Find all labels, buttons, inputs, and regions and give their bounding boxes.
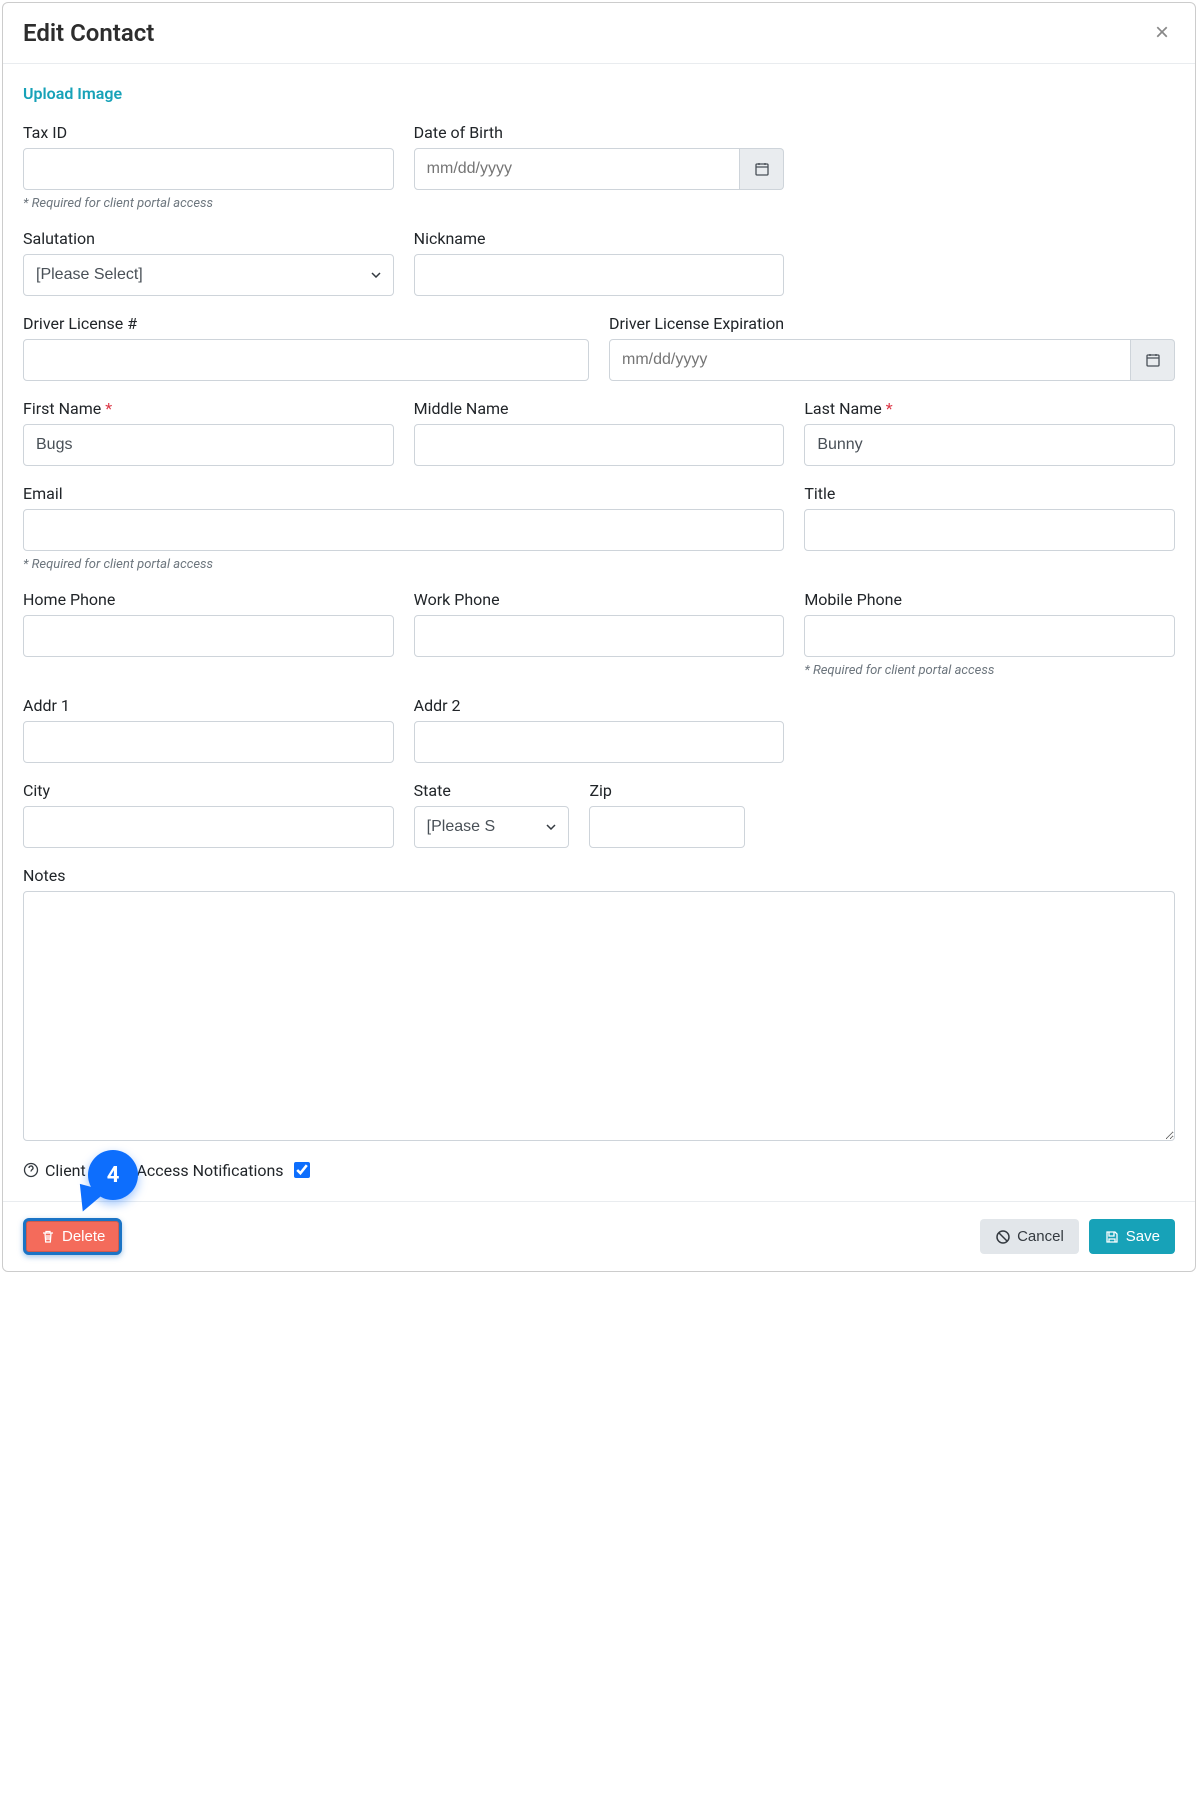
dl-expiration-input[interactable]	[609, 339, 1131, 381]
cancel-icon	[995, 1229, 1011, 1245]
home-phone-label: Home Phone	[23, 590, 394, 609]
city-input[interactable]	[23, 806, 394, 848]
save-button[interactable]: Save	[1089, 1219, 1175, 1254]
dl-expiration-calendar-button[interactable]	[1131, 339, 1175, 381]
middle-name-label: Middle Name	[414, 399, 785, 418]
addr2-input[interactable]	[414, 721, 785, 763]
first-name-label: First Name *	[23, 399, 394, 418]
driver-license-input[interactable]	[23, 339, 589, 381]
tax-id-help: * Required for client portal access	[23, 196, 394, 211]
tax-id-label: Tax ID	[23, 123, 394, 142]
close-icon: ×	[1155, 19, 1169, 46]
email-input[interactable]	[23, 509, 784, 551]
addr2-label: Addr 2	[414, 696, 785, 715]
addr1-input[interactable]	[23, 721, 394, 763]
dob-label: Date of Birth	[414, 123, 785, 142]
notes-label: Notes	[23, 866, 1175, 885]
title-input[interactable]	[804, 509, 1175, 551]
delete-button[interactable]: Delete	[23, 1218, 122, 1255]
modal-title: Edit Contact	[23, 19, 154, 47]
state-label: State	[414, 781, 570, 800]
last-name-label: Last Name *	[804, 399, 1175, 418]
save-label: Save	[1126, 1228, 1160, 1245]
trash-icon	[40, 1229, 56, 1245]
close-button[interactable]: ×	[1149, 20, 1175, 46]
required-asterisk: *	[105, 399, 112, 418]
dob-calendar-button[interactable]	[740, 148, 784, 190]
first-name-input[interactable]	[23, 424, 394, 466]
mobile-phone-input[interactable]	[804, 615, 1175, 657]
calendar-icon	[754, 161, 770, 177]
work-phone-input[interactable]	[414, 615, 785, 657]
nickname-label: Nickname	[414, 229, 785, 248]
dl-expiration-label: Driver License Expiration	[609, 314, 1175, 333]
driver-license-label: Driver License #	[23, 314, 589, 333]
last-name-input[interactable]	[804, 424, 1175, 466]
zip-label: Zip	[589, 781, 745, 800]
zip-input[interactable]	[589, 806, 745, 848]
required-asterisk: *	[886, 399, 893, 418]
home-phone-input[interactable]	[23, 615, 394, 657]
notes-textarea[interactable]	[23, 891, 1175, 1141]
salutation-select[interactable]: [Please Select]	[23, 254, 394, 296]
mobile-phone-label: Mobile Phone	[804, 590, 1175, 609]
email-label: Email	[23, 484, 784, 503]
help-icon[interactable]	[23, 1162, 39, 1178]
tax-id-input[interactable]	[23, 148, 394, 190]
cancel-button[interactable]: Cancel	[980, 1219, 1079, 1254]
cancel-label: Cancel	[1017, 1228, 1064, 1245]
salutation-label: Salutation	[23, 229, 394, 248]
save-icon	[1104, 1229, 1120, 1245]
client-portal-checkbox[interactable]	[294, 1162, 310, 1178]
upload-image-link[interactable]: Upload Image	[23, 84, 122, 103]
dob-input[interactable]	[414, 148, 741, 190]
title-label: Title	[804, 484, 1175, 503]
work-phone-label: Work Phone	[414, 590, 785, 609]
city-label: City	[23, 781, 394, 800]
mobile-phone-help: * Required for client portal access	[804, 663, 1175, 678]
calendar-icon	[1145, 352, 1161, 368]
state-select[interactable]: [Please S	[414, 806, 570, 848]
middle-name-input[interactable]	[414, 424, 785, 466]
delete-label: Delete	[62, 1228, 105, 1245]
client-portal-label: Client Portal Access Notifications	[45, 1161, 284, 1180]
addr1-label: Addr 1	[23, 696, 394, 715]
nickname-input[interactable]	[414, 254, 785, 296]
email-help: * Required for client portal access	[23, 557, 784, 572]
